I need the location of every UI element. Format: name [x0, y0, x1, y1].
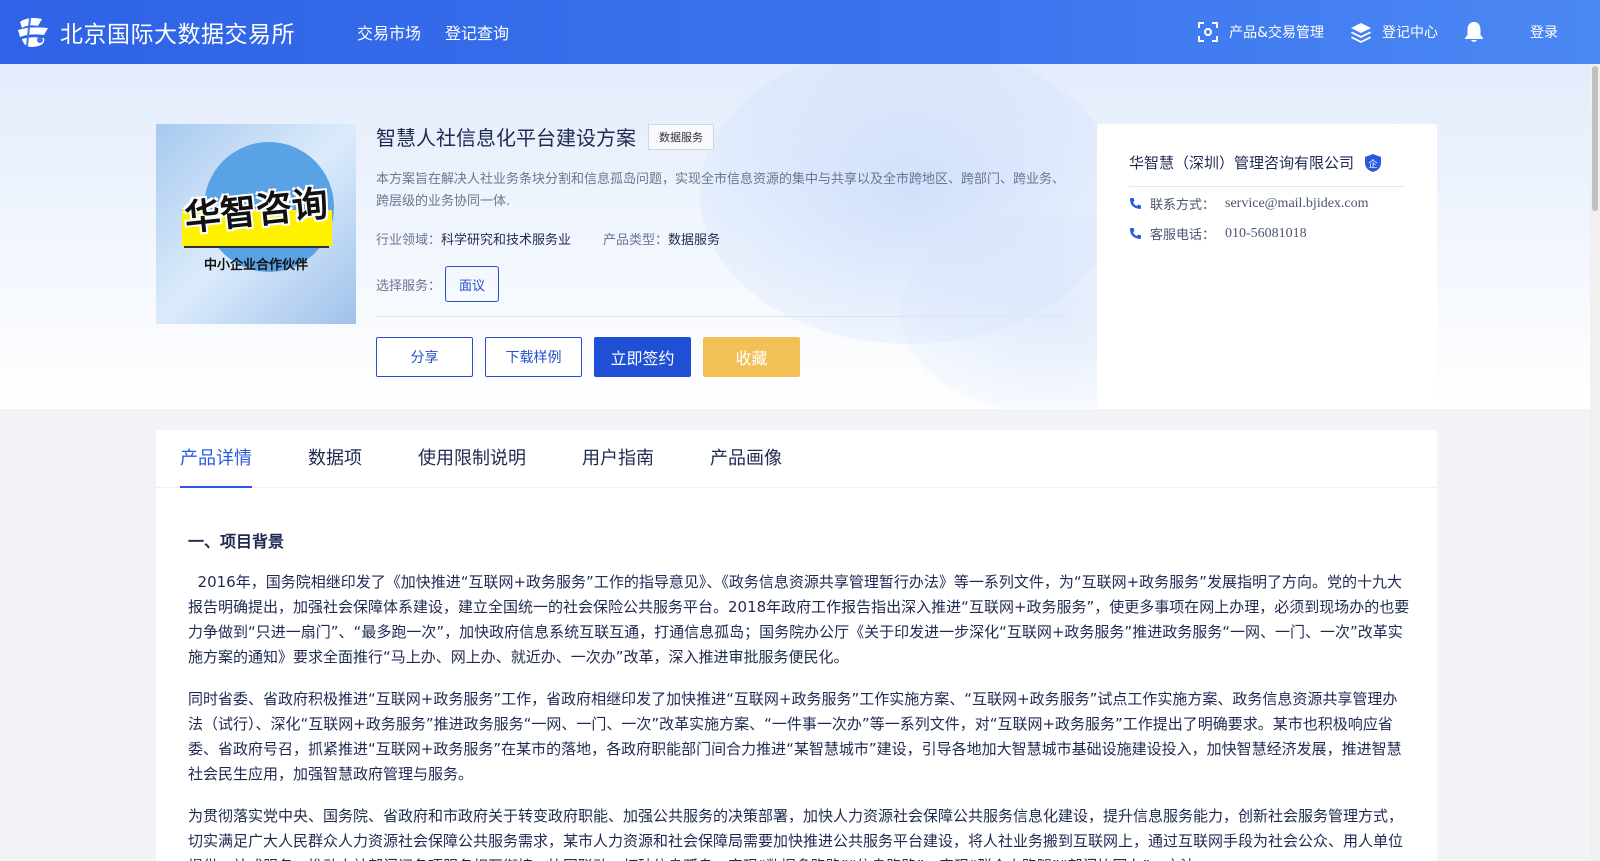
image-brand-subtitle: 中小企业合作伙伴 — [203, 258, 308, 273]
verified-badge-text: 企 — [1369, 158, 1378, 170]
tab-product-details[interactable]: 产品详情 — [180, 430, 252, 488]
product-title: 智慧人社信息化平台建设方案 — [376, 126, 636, 150]
product-detail-panel: 产品详情 数据项 使用限制说明 用户指南 产品画像 一、项目背景 2016年，国… — [156, 430, 1437, 861]
bell-icon — [1465, 22, 1483, 42]
nav-registration-query[interactable]: 登记查询 — [445, 20, 509, 44]
product-type-label: 产品类型： — [603, 233, 669, 248]
product-type-value: 数据服务 — [668, 233, 721, 248]
scan-icon — [1198, 22, 1219, 42]
main-nav: 交易市场 登记查询 — [357, 20, 533, 44]
phone-label: 客服电话： — [1150, 228, 1216, 243]
product-info: 智慧人社信息化平台建设方案 数据服务 本方案旨在解决人社业务条块分割和信息孤岛问… — [376, 122, 1066, 302]
login-link[interactable]: 登录 — [1530, 22, 1558, 42]
product-image: 华智咨询 中小企业合作伙伴 — [156, 124, 356, 324]
contact-email[interactable]: service@mail.bjidex.com — [1225, 196, 1369, 212]
download-sample-button[interactable]: 下载样例 — [485, 337, 582, 377]
product-meta: 行业领域：科学研究和技术服务业 产品类型：数据服务 — [376, 229, 1066, 248]
service-option-negotiable[interactable]: 面议 — [445, 266, 500, 302]
paragraph: 2016年，国务院相继印发了《加快推进“互联网+政务服务”工作的指导意见》、《政… — [188, 573, 1410, 666]
phone-icon — [1130, 228, 1141, 239]
divider — [1129, 186, 1405, 187]
detail-tabs: 产品详情 数据项 使用限制说明 用户指南 产品画像 — [156, 430, 1437, 488]
logo[interactable]: 北京国际大数据交易所 — [16, 15, 295, 49]
product-description: 本方案旨在解决人社业务条块分割和信息孤岛问题，实现全市信息资源的集中与共享以及全… — [376, 172, 1066, 209]
product-type-field: 产品类型：数据服务 — [603, 229, 720, 248]
divider — [376, 316, 1066, 317]
contact-row: 联系方式： service@mail.bjidex.com — [1129, 194, 1369, 213]
logo-text: 北京国际大数据交易所 — [60, 22, 295, 48]
phone-row: 客服电话： 010-56081018 — [1129, 224, 1307, 243]
top-navigation-bar: 北京国际大数据交易所 交易市场 登记查询 产品&交易管理 登记中心 登录 — [0, 0, 1600, 64]
product-trade-management-link[interactable]: 产品&交易管理 — [1197, 21, 1324, 43]
tab-user-guide[interactable]: 用户指南 — [582, 430, 654, 488]
paragraph: 为贯彻落实党中央、国务院、省政府和市政府关于转变政府职能、加强公共服务的决策部署… — [188, 807, 1404, 861]
service-label: 选择服务： — [376, 278, 442, 294]
favorite-button[interactable]: 收藏 — [703, 337, 800, 377]
tab-data-items[interactable]: 数据项 — [308, 430, 362, 488]
register-center-label: 登记中心 — [1382, 25, 1438, 41]
nav-trade-market[interactable]: 交易市场 — [357, 20, 421, 44]
tab-product-profile[interactable]: 产品画像 — [710, 430, 782, 488]
company-name-row: 华智慧（深圳）管理咨询有限公司 企 — [1129, 152, 1382, 173]
industry-value: 科学研究和技术服务业 — [441, 233, 572, 248]
shield-icon: 企 — [1365, 153, 1382, 172]
layers-icon — [1351, 23, 1371, 43]
phone-icon — [1130, 198, 1141, 209]
section-title: 一、项目背景 — [188, 532, 285, 551]
image-rule — [184, 246, 329, 248]
company-name[interactable]: 华智慧（深圳）管理咨询有限公司 — [1129, 152, 1354, 173]
company-card: 华智慧（深圳）管理咨询有限公司 企 联系方式： service@mail.bji… — [1097, 124, 1437, 409]
tab-usage-restrictions[interactable]: 使用限制说明 — [418, 430, 526, 488]
sign-now-button[interactable]: 立即签约 — [594, 337, 691, 377]
product-actions: 分享 下载样例 立即签约 收藏 — [376, 337, 812, 377]
product-trade-management-label: 产品&交易管理 — [1229, 25, 1324, 41]
scrollbar-thumb[interactable] — [1592, 66, 1598, 211]
logo-icon — [18, 17, 48, 47]
contact-label: 联系方式： — [1150, 198, 1216, 213]
share-button[interactable]: 分享 — [376, 337, 473, 377]
user-nav: 产品&交易管理 登记中心 登录 — [1197, 0, 1600, 64]
register-center-link[interactable]: 登记中心 — [1350, 21, 1438, 43]
service-selector: 选择服务： 面议 — [376, 266, 1066, 302]
product-title-row: 智慧人社信息化平台建设方案 数据服务 — [376, 122, 1066, 151]
product-type-tag: 数据服务 — [648, 123, 714, 150]
phone-number[interactable]: 010-56081018 — [1225, 226, 1307, 242]
notification-button[interactable] — [1464, 21, 1494, 43]
paragraph: 同时省委、省政府积极推进“互联网+政务服务”工作，省政府相继印发了加快推进“互联… — [188, 690, 1402, 783]
industry-field: 行业领域：科学研究和技术服务业 — [376, 229, 571, 248]
page-scrollbar[interactable] — [1590, 64, 1600, 861]
industry-label: 行业领域： — [376, 233, 442, 248]
